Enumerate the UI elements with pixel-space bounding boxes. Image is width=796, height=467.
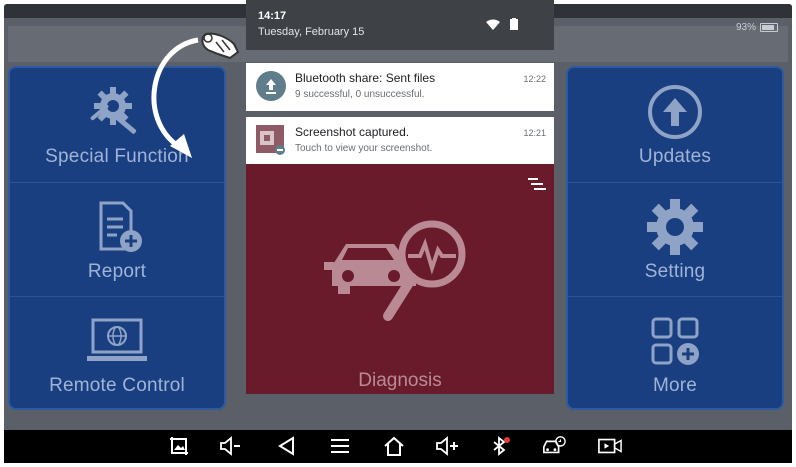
status-date: Tuesday, February 15: [258, 26, 365, 38]
battery-percent: 93%: [735, 22, 756, 33]
battery-indicator: 93%: [736, 22, 778, 33]
status-time: 14:17: [258, 10, 287, 22]
notification-title: Bluetooth share: Sent files: [295, 71, 436, 85]
upload-circle-icon: [643, 82, 707, 142]
status-icons: [486, 18, 518, 30]
battery-icon: [760, 23, 778, 32]
diagnosis-tile[interactable]: Diagnosis: [246, 160, 554, 394]
setting-tile[interactable]: Setting: [568, 182, 782, 297]
notification-title: Screenshot captured.: [295, 125, 410, 139]
volume-up-icon[interactable]: [435, 434, 459, 458]
updates-tile[interactable]: Updates: [568, 68, 782, 182]
bluetooth-icon[interactable]: [488, 434, 512, 458]
remote-control-label: Remote Control: [49, 375, 185, 396]
screenshot-notification[interactable]: Screenshot captured. Touch to view your …: [246, 117, 554, 164]
more-label: More: [652, 375, 698, 396]
updates-label: Updates: [638, 146, 712, 167]
notification-shade-header: 14:17 Tuesday, February 15: [246, 0, 554, 50]
menu-icon[interactable]: [328, 434, 352, 458]
home-icon[interactable]: [382, 434, 406, 458]
battery-full-icon: [510, 18, 518, 30]
notification-subtitle: 9 successful, 0 unsuccessful.: [295, 89, 425, 100]
screenshot-thumbnail-icon: [256, 125, 286, 155]
notification-subtitle: Touch to view your screenshot.: [295, 143, 433, 154]
report-add-icon: [85, 197, 149, 257]
report-label: Report: [87, 261, 147, 282]
gear-icon: [643, 197, 707, 257]
notification-time: 12:21: [523, 128, 546, 138]
diagnosis-content: Diagnosis: [246, 190, 554, 394]
navigation-bar: [4, 430, 792, 463]
vci-car-icon[interactable]: [542, 434, 566, 458]
screenshot-icon[interactable]: [167, 434, 191, 458]
remote-control-tile[interactable]: Remote Control: [10, 296, 224, 408]
wifi-icon: [486, 19, 500, 30]
diagnosis-label: Diagnosis: [358, 370, 442, 391]
swipe-down-gesture-icon: [151, 32, 240, 158]
more-tile[interactable]: More: [568, 296, 782, 408]
upload-icon: [256, 71, 286, 101]
notification-time: 12:22: [523, 74, 546, 84]
bluetooth-notification[interactable]: Bluetooth share: Sent files 9 successful…: [246, 63, 554, 111]
volume-down-icon[interactable]: [219, 434, 243, 458]
back-icon[interactable]: [275, 434, 299, 458]
screen-record-icon[interactable]: [598, 434, 622, 458]
right-menu-panel: Updates Setting More: [566, 66, 784, 410]
grid-add-icon: [643, 311, 707, 371]
car-diagnosis-icon: [324, 220, 466, 321]
setting-label: Setting: [644, 261, 706, 282]
remote-globe-icon: [85, 311, 149, 371]
report-tile[interactable]: Report: [10, 182, 224, 297]
